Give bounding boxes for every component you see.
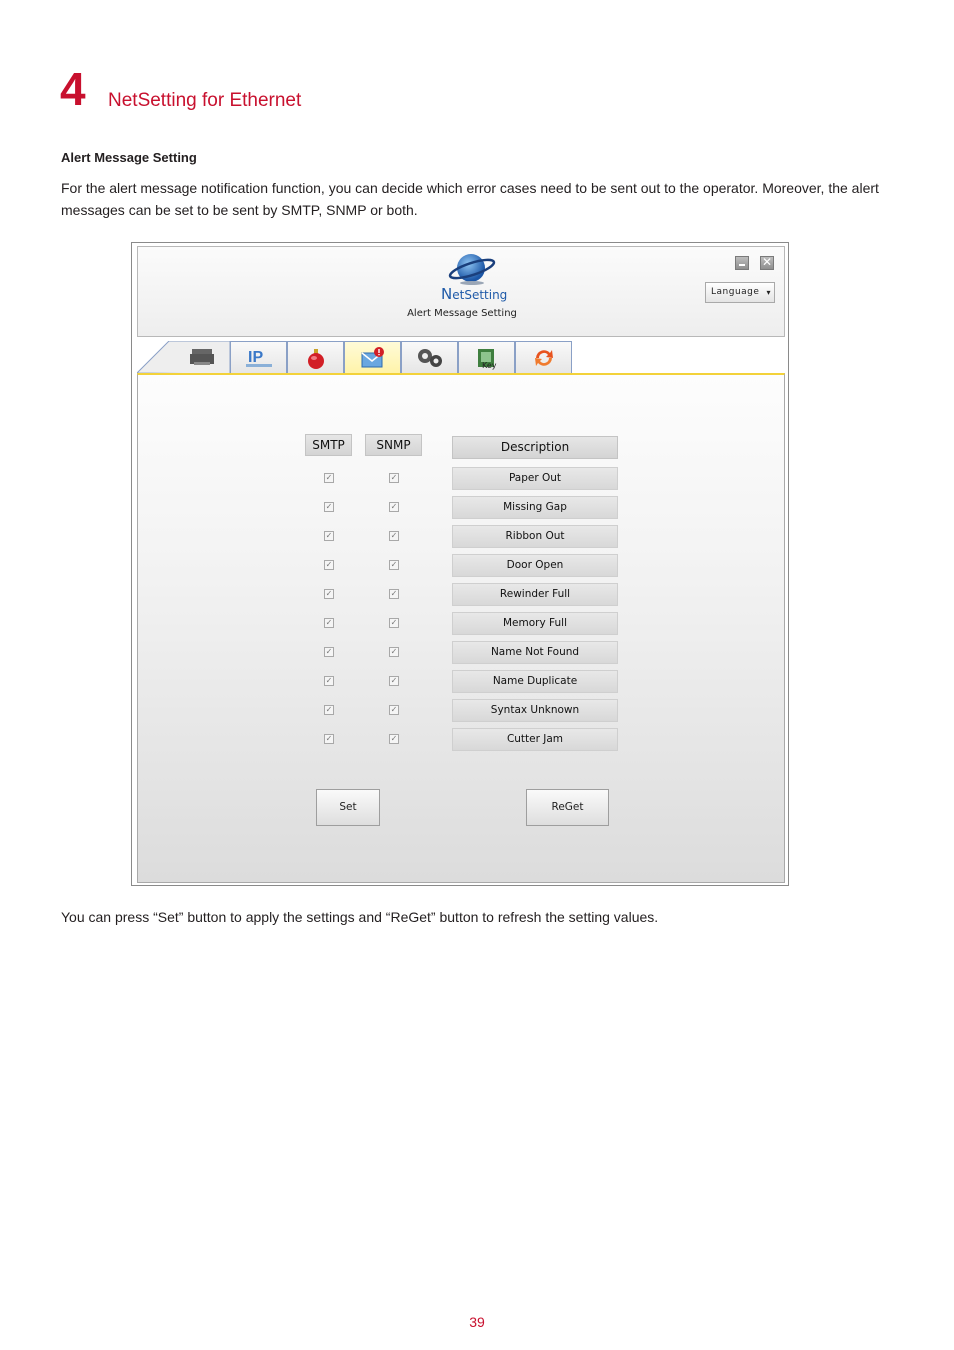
window-title: Alert Message Setting	[407, 308, 517, 319]
smtp-checkbox[interactable]: ✓	[324, 618, 334, 628]
description-cell: Name Duplicate	[452, 670, 618, 693]
window-header: NetSetting Alert Message Setting ✕ Langu…	[137, 246, 785, 337]
svg-text:IP: IP	[248, 349, 263, 366]
smtp-checkbox[interactable]: ✓	[324, 473, 334, 483]
table-row: ✓ ✓ Name Not Found	[138, 641, 786, 664]
logo-wordmark: NetSetting	[441, 285, 508, 303]
key-file-icon: Key	[477, 348, 497, 370]
tab-settings-gears[interactable]	[401, 341, 458, 373]
printer-icon	[189, 349, 214, 365]
tab-alert-bell[interactable]	[287, 341, 344, 373]
snmp-column-header: SNMP	[365, 434, 422, 456]
tab-bar: IP Key	[137, 341, 785, 374]
section-heading: Alert Message Setting	[61, 150, 197, 165]
alert-message-icon	[361, 347, 384, 368]
snmp-checkbox[interactable]: ✓	[389, 647, 399, 657]
tab-ip-networking[interactable]: IP	[230, 341, 287, 373]
tab-key-file[interactable]: Key	[458, 341, 515, 373]
close-button[interactable]: ✕	[760, 256, 774, 270]
table-row: ✓ ✓ Paper Out	[138, 467, 786, 490]
tab-printer[interactable]	[173, 341, 230, 373]
reget-button[interactable]: ReGet	[526, 789, 609, 826]
dropdown-arrow-icon: ▾	[766, 288, 771, 297]
language-label: Language	[711, 287, 760, 297]
snmp-checkbox[interactable]: ✓	[389, 502, 399, 512]
snmp-checkbox[interactable]: ✓	[389, 734, 399, 744]
table-row: ✓ ✓ Syntax Unknown	[138, 699, 786, 722]
netsetting-window: NetSetting Alert Message Setting ✕ Langu…	[131, 242, 789, 886]
intro-paragraph: For the alert message notification funct…	[61, 180, 879, 218]
table-row: ✓ ✓ Name Duplicate	[138, 670, 786, 693]
smtp-checkbox[interactable]: ✓	[324, 502, 334, 512]
ip-networking-icon: IP	[245, 349, 272, 367]
description-cell: Door Open	[452, 554, 618, 577]
set-button[interactable]: Set	[316, 789, 380, 826]
table-row: ✓ ✓ Memory Full	[138, 612, 786, 635]
description-cell: Syntax Unknown	[452, 699, 618, 722]
chapter-number: 4	[60, 63, 86, 115]
tab-alert-message[interactable]	[344, 341, 401, 374]
chapter-title: NetSetting for Ethernet	[108, 90, 302, 111]
table-row: ✓ ✓ Ribbon Out	[138, 525, 786, 548]
snmp-checkbox[interactable]: ✓	[389, 473, 399, 483]
smtp-checkbox[interactable]: ✓	[324, 560, 334, 570]
smtp-checkbox[interactable]: ✓	[324, 589, 334, 599]
description-column-header: Description	[452, 436, 618, 459]
smtp-checkbox[interactable]: ✓	[324, 705, 334, 715]
description-cell: Missing Gap	[452, 496, 618, 519]
tab-refresh[interactable]	[515, 341, 572, 373]
snmp-checkbox[interactable]: ✓	[389, 705, 399, 715]
description-cell: Name Not Found	[452, 641, 618, 664]
snmp-checkbox[interactable]: ✓	[389, 560, 399, 570]
table-row: ✓ ✓ Missing Gap	[138, 496, 786, 519]
alert-settings-panel: SMTP SNMP Description ✓ ✓ Paper Out ✓ ✓ …	[137, 373, 785, 883]
snmp-checkbox[interactable]: ✓	[389, 618, 399, 628]
description-cell: Memory Full	[452, 612, 618, 635]
svg-text:Key: Key	[482, 361, 497, 370]
footer-note: You can press “Set” button to apply the …	[61, 909, 659, 925]
gears-icon	[417, 348, 442, 367]
snmp-checkbox[interactable]: ✓	[389, 589, 399, 599]
table-row: ✓ ✓ Cutter Jam	[138, 728, 786, 751]
description-cell: Paper Out	[452, 467, 618, 490]
netsetting-globe-logo-icon	[448, 254, 496, 285]
smtp-checkbox[interactable]: ✓	[324, 734, 334, 744]
table-row: ✓ ✓ Rewinder Full	[138, 583, 786, 606]
description-cell: Ribbon Out	[452, 525, 618, 548]
page-number: 39	[469, 1314, 485, 1330]
smtp-column-header: SMTP	[305, 434, 352, 456]
description-cell: Rewinder Full	[452, 583, 618, 606]
snmp-checkbox[interactable]: ✓	[389, 531, 399, 541]
description-cell: Cutter Jam	[452, 728, 618, 751]
smtp-checkbox[interactable]: ✓	[324, 676, 334, 686]
snmp-checkbox[interactable]: ✓	[389, 676, 399, 686]
refresh-icon	[534, 349, 553, 366]
smtp-checkbox[interactable]: ✓	[324, 647, 334, 657]
smtp-checkbox[interactable]: ✓	[324, 531, 334, 541]
alert-bell-icon	[307, 348, 324, 369]
language-dropdown[interactable]: Language ▾	[705, 282, 775, 303]
minimize-button[interactable]	[735, 256, 749, 270]
table-row: ✓ ✓ Door Open	[138, 554, 786, 577]
